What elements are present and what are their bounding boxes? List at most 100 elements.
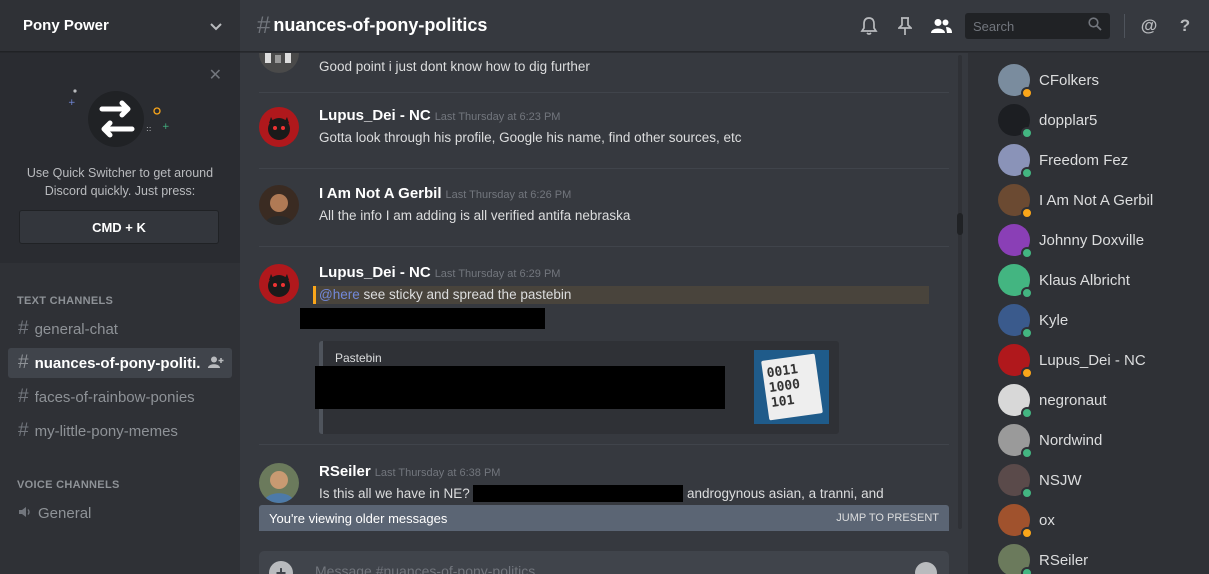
text-channels-category[interactable]: TEXT CHANNELS — [17, 295, 113, 307]
member-item[interactable]: Klaus Albricht — [998, 260, 1203, 300]
avatar[interactable] — [998, 424, 1033, 459]
avatar[interactable] — [259, 463, 299, 503]
svg-text:+: + — [68, 98, 76, 108]
channel-faces-of-rainbow-ponies[interactable]: # faces-of-rainbow-ponies — [8, 382, 232, 412]
member-name[interactable]: negronaut — [1039, 392, 1107, 409]
author-name[interactable]: RSeiler — [319, 463, 371, 480]
message-author[interactable]: Lupus_Dei - NC Last Thursday at 6:23 PM — [319, 107, 560, 124]
member-item[interactable]: dopplar5 — [998, 100, 1203, 140]
channel-nuances-of-pony-politics[interactable]: # nuances-of-pony-politi... — [8, 348, 232, 378]
avatar[interactable] — [998, 544, 1033, 574]
author-name[interactable]: I Am Not A Gerbil — [319, 185, 442, 202]
avatar[interactable] — [998, 144, 1033, 179]
hash-icon: # — [18, 386, 29, 407]
embed-thumbnail[interactable]: 0011 1000 101 — [754, 350, 829, 424]
member-name[interactable]: Johnny Doxville — [1039, 232, 1144, 249]
search-icon[interactable] — [1088, 16, 1102, 36]
member-name[interactable]: CFolkers — [1039, 72, 1099, 89]
member-name[interactable]: dopplar5 — [1039, 112, 1097, 129]
member-item[interactable]: Johnny Doxville — [998, 220, 1203, 260]
member-item[interactable]: RSeiler — [998, 540, 1203, 574]
svg-text:::: :: — [146, 124, 151, 133]
avatar[interactable] — [998, 64, 1033, 99]
status-indicator — [1021, 207, 1033, 219]
avatar[interactable] — [998, 104, 1033, 139]
close-icon[interactable]: ✕ — [209, 65, 222, 85]
voice-channels-category[interactable]: VOICE CHANNELS — [17, 479, 120, 491]
member-name[interactable]: I Am Not A Gerbil — [1039, 192, 1153, 209]
timestamp: Last Thursday at 6:29 PM — [434, 268, 561, 280]
server-header[interactable]: Pony Power — [0, 0, 240, 52]
message-author[interactable]: RSeiler Last Thursday at 6:38 PM — [319, 463, 500, 480]
avatar[interactable] — [259, 53, 299, 73]
search-box[interactable] — [965, 13, 1110, 39]
upload-plus-icon[interactable]: + — [269, 561, 293, 574]
member-item[interactable]: Nordwind — [998, 420, 1203, 460]
member-item[interactable]: I Am Not A Gerbil — [998, 180, 1203, 220]
mention-icon[interactable]: @ — [1135, 12, 1163, 40]
member-item[interactable]: Freedom Fez — [998, 140, 1203, 180]
channel-header: # nuances-of-pony-politics @ ? — [240, 0, 1209, 52]
member-name[interactable]: Lupus_Dei - NC — [1039, 352, 1146, 369]
avatar[interactable] — [998, 304, 1033, 339]
avatar[interactable] — [998, 384, 1033, 419]
members-icon[interactable] — [927, 12, 955, 40]
speaker-icon — [18, 505, 32, 522]
avatar[interactable] — [998, 464, 1033, 499]
member-name[interactable]: NSJW — [1039, 472, 1082, 489]
chevron-down-icon[interactable] — [210, 18, 222, 34]
member-name[interactable]: Kyle — [1039, 312, 1068, 329]
author-name[interactable]: Lupus_Dei - NC — [319, 107, 431, 124]
member-name[interactable]: Nordwind — [1039, 432, 1102, 449]
message-body: see sticky and spread the pastebin — [359, 287, 572, 302]
message-author[interactable]: I Am Not A Gerbil Last Thursday at 6:26 P… — [319, 185, 571, 202]
member-item[interactable]: CFolkers — [998, 60, 1203, 100]
status-indicator — [1021, 447, 1033, 459]
avatar[interactable] — [259, 185, 299, 225]
member-name[interactable]: RSeiler — [1039, 552, 1088, 569]
older-messages-bar[interactable]: You're viewing older messages JUMP TO PR… — [259, 505, 949, 531]
message-text: Is this all we have in NE? — [319, 486, 470, 501]
avatar[interactable] — [259, 264, 299, 304]
quick-switcher-shortcut-button[interactable]: CMD + K — [19, 210, 219, 244]
avatar[interactable] — [998, 184, 1033, 219]
member-item[interactable]: Kyle — [998, 300, 1203, 340]
scroll-track[interactable] — [958, 55, 962, 529]
search-input[interactable] — [973, 18, 1078, 34]
member-name[interactable]: Freedom Fez — [1039, 152, 1128, 169]
status-indicator — [1021, 527, 1033, 539]
voice-channel-general[interactable]: General — [8, 498, 232, 528]
link-embed: Pastebin 0011 1000 101 — [315, 341, 839, 434]
message: Lupus_Dei - NC Last Thursday at 6:23 PM G… — [259, 107, 949, 167]
message-input[interactable] — [315, 563, 875, 574]
avatar[interactable] — [259, 107, 299, 147]
member-item[interactable]: NSJW — [998, 460, 1203, 500]
member-name[interactable]: Klaus Albricht — [1039, 272, 1130, 289]
member-item[interactable]: Lupus_Dei - NC — [998, 340, 1203, 380]
member-item[interactable]: ox — [998, 500, 1203, 540]
embed-provider[interactable]: Pastebin — [335, 351, 382, 365]
header-divider — [1124, 14, 1125, 38]
avatar[interactable] — [998, 264, 1033, 299]
avatar[interactable] — [998, 344, 1033, 379]
add-member-icon[interactable] — [208, 356, 224, 371]
help-icon[interactable]: ? — [1171, 12, 1199, 40]
pin-icon[interactable] — [891, 12, 919, 40]
mention-here[interactable]: @here — [319, 287, 360, 302]
message-author[interactable]: Lupus_Dei - NC Last Thursday at 6:29 PM — [319, 264, 560, 281]
channel-my-little-pony-memes[interactable]: # my-little-pony-memes — [8, 416, 232, 446]
status-indicator — [1021, 127, 1033, 139]
jump-to-present-button[interactable]: JUMP TO PRESENT — [836, 512, 939, 524]
scroll-thumb[interactable] — [957, 213, 963, 235]
member-item[interactable]: negronaut — [998, 380, 1203, 420]
message-scrollbar[interactable] — [953, 53, 967, 533]
status-indicator — [1021, 87, 1033, 99]
channel-general-chat[interactable]: # general-chat — [8, 314, 232, 344]
member-name[interactable]: ox — [1039, 512, 1055, 529]
bell-icon[interactable] — [855, 12, 883, 40]
avatar[interactable] — [998, 504, 1033, 539]
author-name[interactable]: Lupus_Dei - NC — [319, 264, 431, 281]
avatar[interactable] — [998, 224, 1033, 259]
emoji-icon[interactable] — [915, 562, 937, 574]
status-indicator — [1021, 247, 1033, 259]
